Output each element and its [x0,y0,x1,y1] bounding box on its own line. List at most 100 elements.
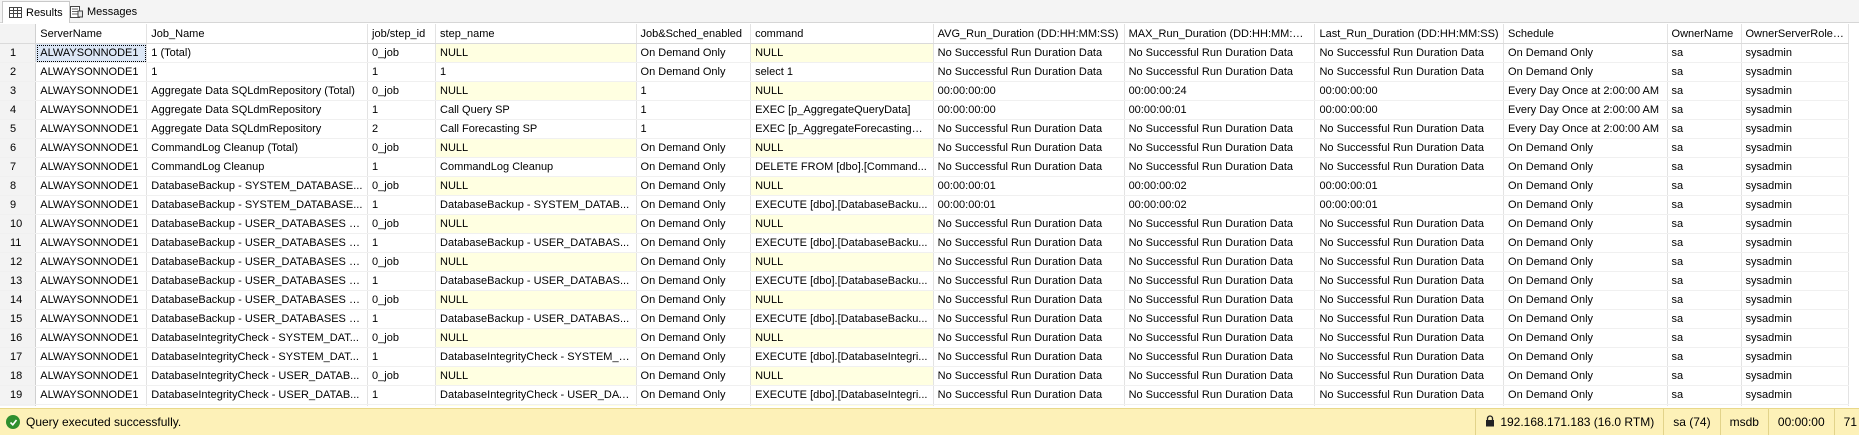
column-header[interactable]: Last_Run_Duration (DD:HH:MM:SS) [1314,24,1505,44]
row-number[interactable]: 10 [0,214,37,234]
grid-cell[interactable]: No Successful Run Duration Data [1314,62,1505,82]
grid-cell[interactable]: ALWAYSONNODE1 [35,404,148,406]
row-number[interactable]: 3 [0,81,37,101]
grid-cell[interactable]: sa [1667,347,1742,367]
grid-cell[interactable]: 0_job [367,176,437,196]
grid-cell[interactable]: No Successful Run Duration Data [1314,233,1505,253]
table-row[interactable]: 7 ALWAYSONNODE1 CommandLog Cleanup 1 Command… [0,157,1849,177]
grid-cell[interactable]: DatabaseIntegrityCheck - SYSTEM_DAT... [146,347,369,367]
grid-cell[interactable]: EXECUTE [dbo].[DatabaseIntegri... [750,385,934,405]
grid-cell[interactable]: DatabaseBackup - USER_DATABASES - ... [146,233,369,253]
grid-cell[interactable]: No Successful Run Duration Data [1124,157,1316,177]
column-header[interactable]: command [750,24,934,44]
grid-cell[interactable]: ALWAYSONNODE1 [35,347,148,367]
grid-cell[interactable]: On Demand Only [1503,233,1668,253]
grid-cell[interactable]: On Demand Only [1503,176,1668,196]
grid-cell[interactable]: 00:00:00:01 [933,176,1125,196]
grid-cell[interactable]: CommandLog Cleanup (Total) [146,138,369,158]
grid-cell[interactable]: No Successful Run Duration Data [933,252,1125,272]
grid-cell[interactable]: No Successful Run Duration Data [933,138,1125,158]
grid-cell[interactable]: On Demand Only [1503,309,1668,329]
grid-cell[interactable]: On Demand Only [636,385,752,405]
grid-cell[interactable]: On Demand Only [636,176,752,196]
grid-cell[interactable]: EXECUTE [dbo].[DatabaseBacku... [750,271,934,291]
grid-cell[interactable]: ALWAYSONNODE1 [35,385,148,405]
grid-cell[interactable]: DatabaseBackup - SYSTEM_DATABASE... [146,176,369,196]
grid-cell[interactable]: sysadmin [1741,81,1849,101]
row-number[interactable]: 9 [0,195,37,215]
table-row[interactable]: 4 ALWAYSONNODE1 Aggregate Data SQLdmReposi… [0,100,1849,120]
grid-cell[interactable]: No Successful Run Duration Data [1124,119,1316,139]
grid-cell[interactable]: 1 (Total) [146,43,369,63]
grid-cell[interactable]: No Successful Run Duration Data [1124,233,1316,253]
grid-cell[interactable]: On Demand Only [636,62,752,82]
table-row[interactable]: 8 ALWAYSONNODE1 DatabaseBackup - SYSTEM_DA… [0,176,1849,196]
grid-cell[interactable]: NULL [435,404,637,406]
grid-cell[interactable]: sa [1667,328,1742,348]
grid-cell[interactable]: sysadmin [1741,309,1849,329]
grid-cell[interactable]: No Successful Run Duration Data [1124,138,1316,158]
grid-cell[interactable]: 0_job [367,43,437,63]
table-row[interactable]: 1 ALWAYSONNODE1 1 (Total) 0_job NULL On Deman… [0,43,1849,63]
grid-cell[interactable]: No Successful Run Duration Data [1124,366,1316,386]
grid-cell[interactable]: 1 [636,119,752,139]
grid-cell[interactable]: ALWAYSONNODE1 [35,81,148,101]
grid-cell[interactable]: No Successful Run Duration Data [1314,347,1505,367]
grid-cell[interactable]: No Successful Run Duration Data [933,43,1125,63]
grid-cell[interactable]: No Successful Run Duration Data [933,328,1125,348]
grid-cell[interactable]: No Successful Run Duration Data [1124,385,1316,405]
grid-cell[interactable]: 1 [435,62,637,82]
grid-cell[interactable]: On Demand Only [636,404,752,406]
grid-cell[interactable]: On Demand Only [636,195,752,215]
grid-cell[interactable]: sysadmin [1741,176,1849,196]
grid-cell[interactable]: EXECUTE [dbo].[DatabaseBacku... [750,309,934,329]
column-header[interactable]: Job_Name [146,24,369,44]
grid-cell[interactable]: 1 [367,62,437,82]
grid-cell[interactable]: On Demand Only [636,328,752,348]
grid-cell[interactable]: sa [1667,138,1742,158]
grid-cell[interactable]: DatabaseIntegrityCheck - SYSTEM_DAT... [146,328,369,348]
grid-cell[interactable]: EXEC [p_AggregateForecastingD... [750,119,934,139]
grid-cell[interactable]: On Demand Only [1503,138,1668,158]
grid-cell[interactable]: 1 [367,195,437,215]
tab-messages[interactable]: Messages [64,2,143,21]
grid-cell[interactable]: DatabaseIntegrityCheck - USER_DATAB... [146,385,369,405]
grid-cell[interactable]: sa [1667,100,1742,120]
grid-cell[interactable]: NULL [750,366,934,386]
grid-cell[interactable]: No Successful Run Duration Data [1314,290,1505,310]
grid-cell[interactable]: NULL [435,290,637,310]
grid-cell[interactable]: 0_job [367,404,437,406]
tab-results[interactable]: Results [2,1,70,23]
grid-cell[interactable]: On Demand Only [636,233,752,253]
grid-cell[interactable]: sa [1667,309,1742,329]
grid-cell[interactable]: On Demand Only [636,43,752,63]
grid-cell[interactable]: No Successful Run Duration Data [1314,157,1505,177]
grid-cell[interactable]: sa [1667,176,1742,196]
table-row[interactable]: 5 ALWAYSONNODE1 Aggregate Data SQLdmReposi… [0,119,1849,139]
grid-cell[interactable]: 0_job [367,138,437,158]
grid-cell[interactable]: DatabaseBackup - USER_DATABAS... [435,271,637,291]
grid-cell[interactable]: EXECUTE [dbo].[DatabaseBacku... [750,195,934,215]
grid-cell[interactable]: DatabaseBackup - SYSTEM_DATABASE... [146,195,369,215]
grid-cell[interactable]: 00:00:00:00 [933,404,1125,406]
grid-cell[interactable]: 00:00:00:00 [1314,404,1505,406]
grid-cell[interactable]: No Successful Run Duration Data [933,119,1125,139]
grid-cell[interactable]: sa [1667,195,1742,215]
grid-cell[interactable]: NULL [750,214,934,234]
grid-cell[interactable]: NULL [750,290,934,310]
row-number[interactable]: 7 [0,157,37,177]
grid-cell[interactable]: 1 [367,385,437,405]
grid-cell[interactable]: 0_job [367,81,437,101]
grid-cell[interactable]: sysadmin [1741,100,1849,120]
grid-cell[interactable]: ALWAYSONNODE1 [35,195,148,215]
grid-cell[interactable]: NULL [435,328,637,348]
row-number[interactable]: 18 [0,366,37,386]
row-number[interactable]: 17 [0,347,37,367]
grid-cell[interactable]: 00:00:00:00 [1314,81,1505,101]
grid-cell[interactable]: sa [1667,62,1742,82]
column-header[interactable]: job/step_id [367,24,437,44]
grid-cell[interactable]: NULL [750,328,934,348]
row-number[interactable]: 19 [0,385,37,405]
grid-cell[interactable]: sa [1667,252,1742,272]
grid-cell[interactable]: No Successful Run Duration Data [1124,328,1316,348]
